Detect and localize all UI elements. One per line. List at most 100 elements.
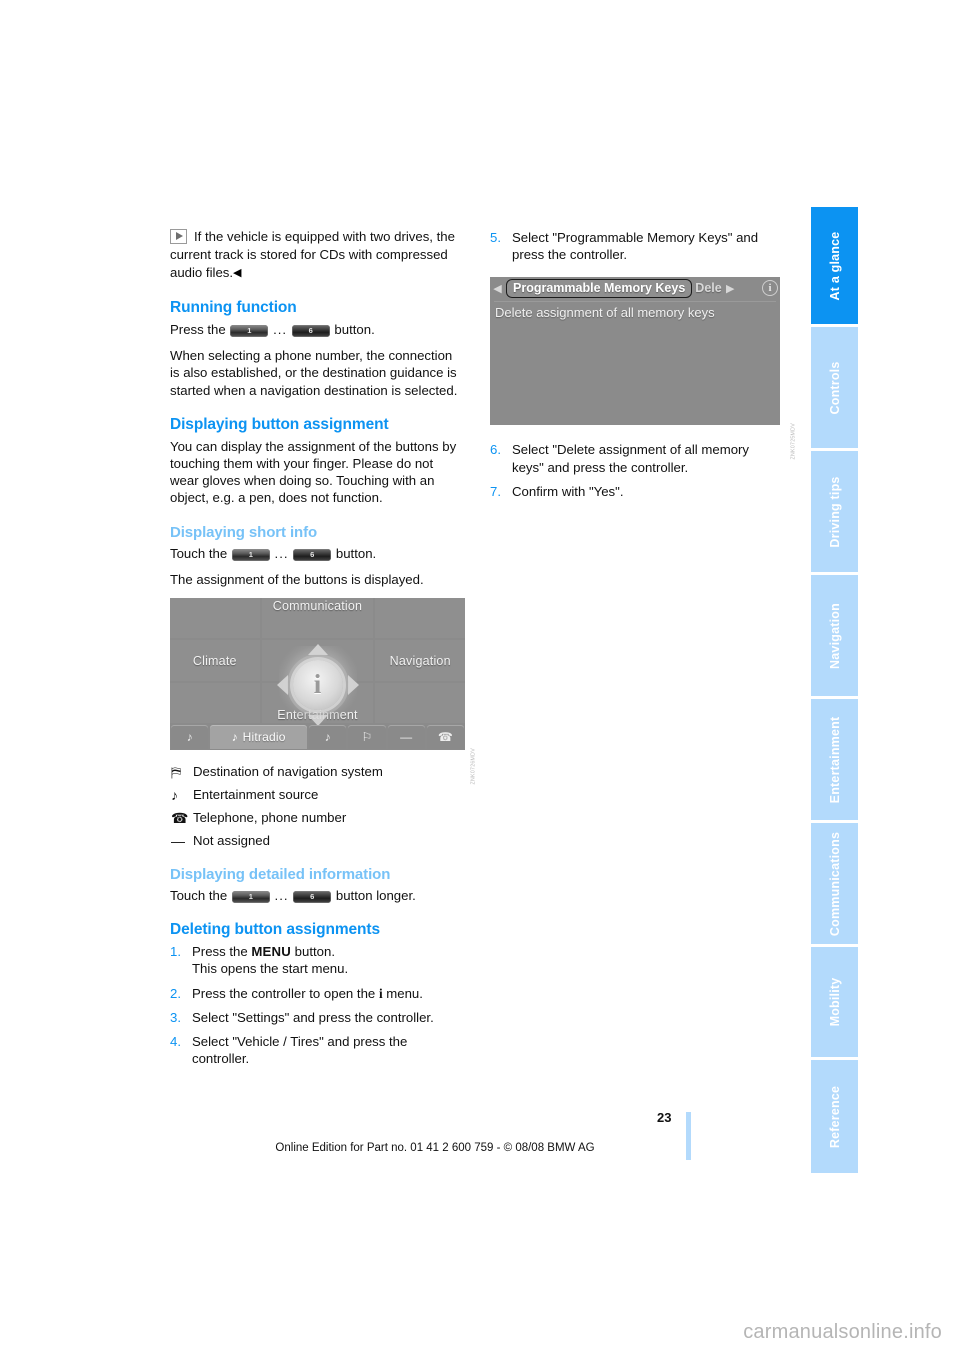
tab-communications[interactable]: Communications	[811, 823, 858, 944]
key-range-ellipsis: ...	[273, 322, 288, 337]
menu-cell-top-right	[375, 598, 465, 639]
legend-label: Not assigned	[193, 833, 270, 849]
memory-key-bar: ♪ ♪ Hitradio ♪ ⚐ — ☎	[170, 725, 465, 750]
memory-keys-titlebar: ◀ Programmable Memory Keys Dele ▶ i	[490, 277, 780, 300]
step-item: 7. Confirm with "Yes".	[490, 483, 783, 500]
note-text: If the vehicle is equipped with two driv…	[170, 229, 455, 280]
step-text-pre: Press the controller to open the	[192, 985, 379, 1001]
memory-button-5[interactable]: —	[387, 725, 425, 750]
legend-item: — Not assigned	[170, 833, 463, 849]
info-icon[interactable]: i	[762, 280, 778, 297]
displaying-button-assignment-body: You can display the assignment of the bu…	[170, 438, 457, 506]
memory-keys-list-item[interactable]: Delete assignment of all memory keys	[490, 302, 780, 320]
tab-entertainment[interactable]: Entertainment	[811, 699, 858, 820]
step-text: Confirm with "Yes".	[512, 483, 624, 499]
memory-key-1-glyph: 1	[231, 548, 270, 561]
heading-displaying-short-info: Displaying short info	[170, 523, 318, 541]
memory-key-6-glyph: 6	[291, 325, 330, 337]
step-item: 4. Select "Vehicle / Tires" and press th…	[170, 1033, 463, 1067]
memory-button-6[interactable]: ☎	[426, 725, 464, 750]
idrive-start-menu-screen: Communication Climate Navigation Enterta…	[170, 598, 465, 751]
next-tab-label[interactable]: Dele	[695, 281, 721, 295]
memory-button-1[interactable]: ♪	[171, 725, 209, 750]
tab-driving-tips[interactable]: Driving tips	[811, 451, 858, 572]
memory-key-1-glyph: 1	[230, 325, 269, 337]
back-arrow-icon[interactable]: ◀	[492, 282, 503, 295]
tab-controls[interactable]: Controls	[811, 327, 858, 448]
step-text-pre: Press the	[192, 944, 252, 960]
music-note-icon: ♪	[231, 730, 238, 745]
step-text-post: button.	[291, 944, 336, 960]
menu-cell-communication[interactable]: Communication	[261, 598, 374, 639]
manual-page: If the vehicle is equipped with two driv…	[0, 0, 960, 1358]
key-range-ellipsis: ...	[274, 888, 289, 904]
memory-button-2-label: Hitradio	[242, 730, 286, 745]
dash-icon: —	[400, 730, 413, 745]
menu-cell-bottom-left	[170, 682, 260, 724]
detailed-info-instruction: Touch the 1 ... 6 button longer.	[170, 887, 463, 904]
menu-button-label: MENU	[251, 944, 292, 960]
menu-cell-climate[interactable]: Climate	[170, 640, 260, 681]
page-number: 23	[657, 1110, 672, 1125]
memory-button-3[interactable]: ♪	[309, 725, 347, 750]
phone-handset-icon: ☎	[171, 810, 189, 827]
step-subtext: This opens the start menu.	[192, 961, 349, 977]
menu-cell-entertainment[interactable]: Entertainment	[261, 682, 374, 724]
navigation-flag-icon: ⚐	[361, 730, 373, 745]
menu-cell-top-left	[170, 598, 260, 639]
tab-label: Mobility	[827, 977, 842, 1027]
step-text: Select "Programmable Memory Keys" and pr…	[512, 230, 759, 263]
heading-displaying-button-assignment: Displaying button assignment	[170, 415, 389, 433]
heading-deleting-button-assignments: Deleting button assignments	[170, 921, 381, 939]
tab-at-a-glance[interactable]: At a glance	[811, 207, 858, 324]
right-text-column: 5. Select "Programmable Memory Keys" and…	[490, 228, 796, 507]
step-text-post: menu.	[382, 985, 423, 1001]
memory-button-4[interactable]: ⚐	[348, 725, 386, 750]
step-text-pre: Select "Vehicle / Tires" and press the c…	[192, 1034, 408, 1067]
menu-cell-navigation[interactable]: Navigation	[375, 640, 465, 681]
step-item: 2. Press the controller to open the i me…	[170, 985, 463, 1002]
figure-reference-code: ZNK0725MDV	[790, 423, 796, 460]
menu-cell-bottom-right	[375, 682, 465, 724]
press-prefix: Press the	[170, 322, 226, 337]
step-text-pre: Select "Settings" and press the controll…	[192, 1009, 434, 1025]
step-number: 3.	[170, 1009, 181, 1025]
phone-handset-icon: ☎	[437, 730, 453, 745]
memory-key-1-glyph: 1	[231, 891, 270, 904]
legend-label: Entertainment source	[193, 787, 319, 803]
footer-text: Online Edition for Part no. 01 41 2 600 …	[275, 1142, 595, 1154]
memory-key-6-glyph: 6	[293, 548, 332, 561]
step-item: 6. Select "Delete assignment of all memo…	[490, 441, 783, 475]
tab-label: Communications	[827, 831, 842, 936]
figure-start-menu: Communication Climate Navigation Enterta…	[170, 598, 476, 784]
touch-prefix: Touch the	[170, 888, 228, 904]
short-info-body: The assignment of the buttons is display…	[170, 571, 424, 587]
menu-cell-center	[261, 640, 374, 681]
tab-reference[interactable]: Reference	[811, 1060, 858, 1173]
tab-label: Driving tips	[827, 475, 842, 548]
tab-label: Navigation	[827, 602, 842, 669]
forward-arrow-icon[interactable]: ▶	[725, 282, 736, 295]
steps-bottom-list: 6. Select "Delete assignment of all memo…	[490, 441, 783, 500]
deleting-steps-list: 1. Press the MENU button. This opens the…	[170, 943, 463, 1067]
step-item: 3. Select "Settings" and press the contr…	[170, 1009, 463, 1026]
step-number: 2.	[170, 985, 181, 1001]
step-number: 1.	[170, 944, 181, 960]
tab-label: Entertainment	[827, 716, 842, 803]
memory-keys-screen: ◀ Programmable Memory Keys Dele ▶ i Dele…	[490, 277, 780, 426]
triangle-note-icon	[170, 229, 187, 244]
start-menu-grid: Communication Climate Navigation Enterta…	[170, 598, 465, 724]
memory-button-2[interactable]: ♪ Hitradio	[210, 725, 308, 750]
legend-item: ♪ Entertainment source	[170, 787, 463, 803]
memory-key-6-glyph: 6	[293, 891, 332, 904]
touch-prefix: Touch the	[170, 545, 228, 561]
tab-label: Controls	[827, 361, 842, 414]
screen-title[interactable]: Programmable Memory Keys	[506, 278, 693, 298]
tab-label: Reference	[827, 1085, 842, 1148]
heading-displaying-detailed-information: Displaying detailed information	[170, 866, 391, 884]
legend-label: Telephone, phone number	[193, 810, 347, 826]
touch-suffix: button longer.	[335, 888, 416, 904]
tab-mobility[interactable]: Mobility	[811, 947, 858, 1057]
tab-navigation[interactable]: Navigation	[811, 575, 858, 696]
figure-memory-keys: ◀ Programmable Memory Keys Dele ▶ i Dele…	[490, 277, 796, 460]
